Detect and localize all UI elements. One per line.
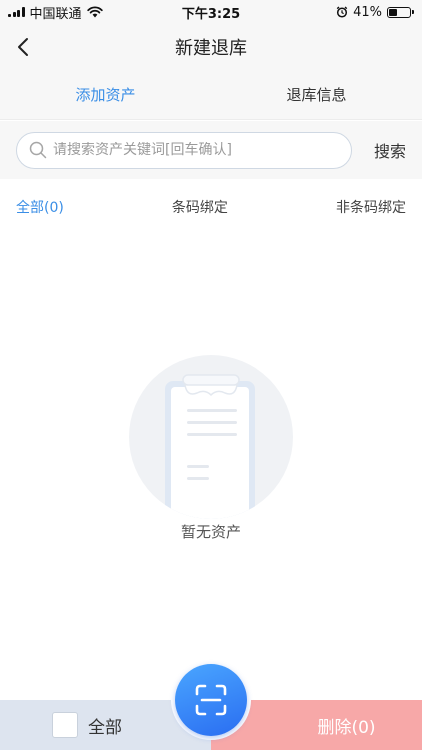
- search-icon: [29, 141, 47, 159]
- search-button[interactable]: 搜索: [374, 138, 406, 162]
- status-right: 41%: [336, 5, 414, 20]
- nav-bar: 新建退库: [0, 24, 422, 70]
- filter-non-barcode-bound[interactable]: 非条码绑定: [336, 197, 406, 217]
- chevron-left-icon[interactable]: [12, 35, 36, 59]
- empty-text: 暂无资产: [180, 523, 241, 541]
- battery-icon: [387, 6, 414, 18]
- filter-barcode-bound[interactable]: 条码绑定: [172, 197, 228, 217]
- search-box[interactable]: [16, 131, 352, 169]
- wifi-icon: [86, 6, 103, 18]
- select-all-label: 全部: [88, 717, 122, 738]
- scan-icon: [195, 684, 227, 716]
- scan-button-inner: [175, 664, 247, 736]
- tab-bar: 添加资产 退库信息: [0, 70, 422, 120]
- status-bar: 中国联通 下午3:25 41%: [0, 0, 422, 24]
- search-row: 搜索: [0, 121, 422, 179]
- tab-add-asset[interactable]: 添加资产: [0, 70, 211, 119]
- select-all-checkbox[interactable]: [52, 712, 78, 738]
- alarm-icon: [336, 6, 348, 18]
- tab-return-info[interactable]: 退库信息: [211, 70, 422, 119]
- carrier-name: 中国联通: [29, 6, 82, 22]
- empty-state: 暂无资产: [0, 355, 422, 542]
- filter-row: 全部(0) 条码绑定 非条码绑定: [0, 179, 422, 235]
- signal-icon: [8, 7, 25, 17]
- clipboard-empty-icon: [129, 355, 293, 519]
- scan-button[interactable]: [171, 660, 251, 740]
- page-title: 新建退库: [175, 38, 247, 59]
- search-input[interactable]: [53, 142, 339, 158]
- status-left: 中国联通: [8, 3, 103, 22]
- battery-percent: 41%: [353, 4, 382, 20]
- filter-all[interactable]: 全部(0): [16, 197, 64, 217]
